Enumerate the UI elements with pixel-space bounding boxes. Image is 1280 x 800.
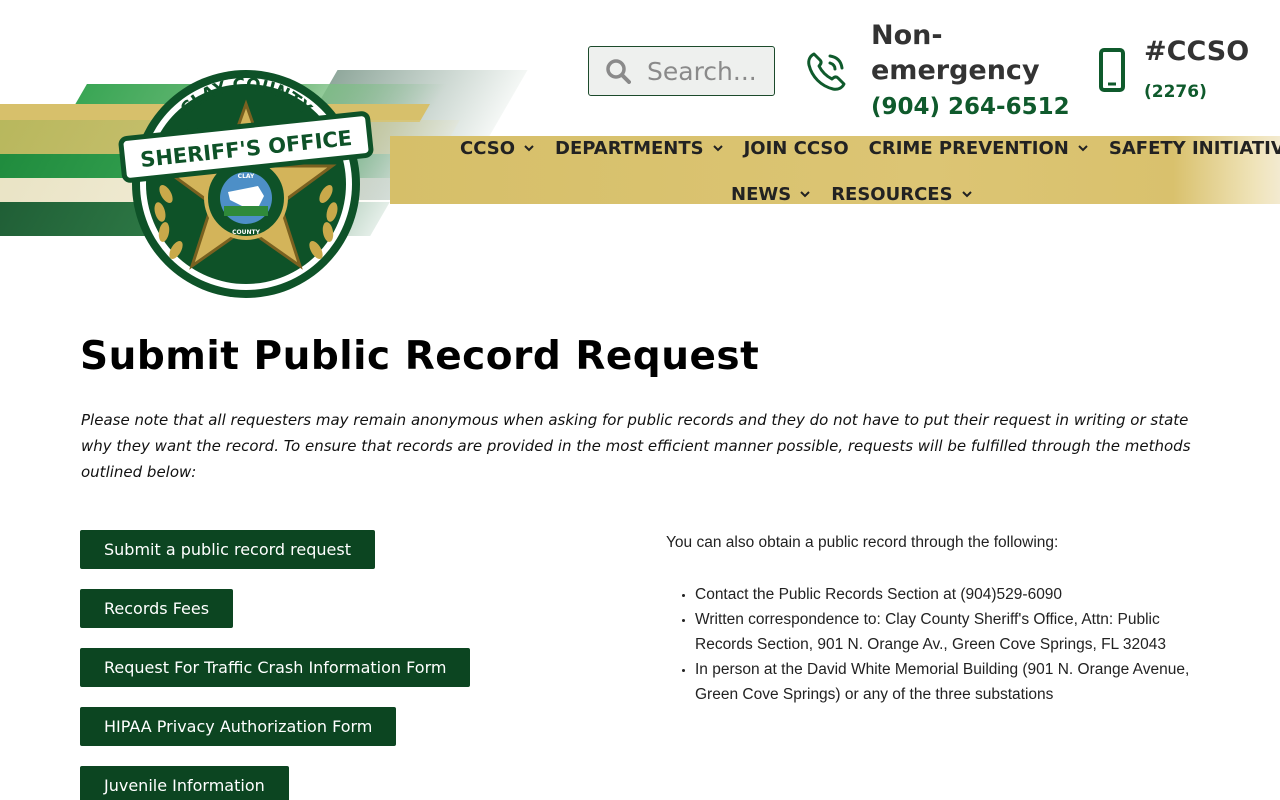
nav-item-safety-initiatives[interactable]: SAFETY INITIATIVES [1109,136,1280,160]
intro-paragraph: Please note that all requesters may rema… [81,411,1191,481]
nav-item-departments[interactable]: DEPARTMENTS [555,136,724,160]
chevron-down-icon [961,191,972,198]
alternate-methods-list: Contact the Public Records Section at (9… [666,582,1206,707]
nav-item-crime-prevention[interactable]: CRIME PREVENTION [869,136,1089,160]
svg-text:COUNTY: COUNTY [232,229,260,236]
search-input[interactable] [647,56,767,86]
chevron-down-icon [1078,145,1088,152]
search-box[interactable] [588,46,775,96]
alternate-methods-intro: You can also obtain a public record thro… [666,534,1059,551]
chevron-down-icon [800,191,810,198]
chevron-down-icon [524,145,534,152]
traffic-crash-form-button[interactable]: Request For Traffic Crash Information Fo… [80,648,471,687]
nav-item-news[interactable]: NEWS [731,182,811,206]
nav-item-resources[interactable]: RESOURCES [831,182,972,206]
chevron-down-icon [712,145,723,152]
list-item: In person at the David White Memorial Bu… [695,657,1206,707]
svg-text:CLAY: CLAY [238,173,255,180]
sheriff-badge-logo[interactable]: CLAY COUNTY SHERIFF'S OFFICE CLAY COUNTY [118,66,374,298]
juvenile-information-button[interactable]: Juvenile Information [80,766,289,800]
nonemergency-number-link[interactable]: (904) 264-6512 [871,94,1070,120]
records-fees-button[interactable]: Records Fees [80,589,234,628]
alternate-methods: You can also obtain a public record thro… [666,530,1206,707]
nonemergency-label: Non-emergency [871,20,1040,86]
search-icon [606,59,631,84]
ccso-number-link[interactable]: (2276) [1144,82,1207,102]
list-item: Contact the Public Records Section at (9… [695,582,1206,607]
list-item: Written correspondence to: Clay County S… [695,607,1206,657]
page-title: Submit Public Record Request [80,334,760,379]
hipaa-form-button[interactable]: HIPAA Privacy Authorization Form [80,707,397,746]
ccso-hashtag-label: #CCSO [1144,36,1250,67]
phone-icon [807,52,846,91]
record-buttons: Submit a public record request Records F… [80,530,480,800]
nav-item-join-ccso[interactable]: JOIN CCSO [744,136,849,160]
mobile-phone-icon [1099,48,1125,92]
nav-item-ccso[interactable]: CCSO [460,136,535,160]
submit-public-record-request-button[interactable]: Submit a public record request [80,530,375,569]
